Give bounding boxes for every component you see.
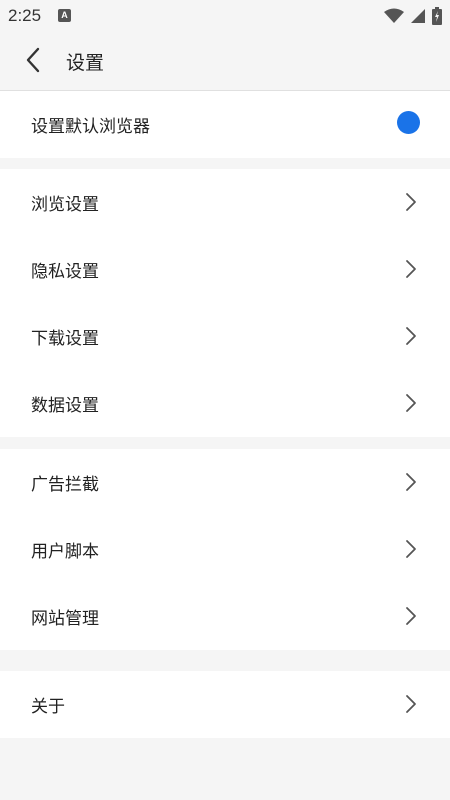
default-browser-row[interactable]: 设置默认浏览器 xyxy=(0,91,450,158)
status-icons xyxy=(384,6,442,26)
signal-icon xyxy=(411,9,425,23)
user-scripts-row[interactable]: 用户脚本 xyxy=(0,516,450,583)
row-label: 网站管理 xyxy=(31,609,99,629)
row-label: 隐私设置 xyxy=(31,262,99,282)
settings-group-2: 广告拦截 用户脚本 网站管理 xyxy=(0,449,450,650)
chevron-right-icon xyxy=(406,394,416,412)
row-label: 广告拦截 xyxy=(31,475,99,495)
default-browser-group: 设置默认浏览器 xyxy=(0,91,450,158)
chevron-right-icon xyxy=(406,695,416,713)
chevron-right-icon xyxy=(406,540,416,558)
default-browser-toggle[interactable] xyxy=(397,111,420,134)
status-time: 2:25 xyxy=(8,6,42,25)
chevron-right-icon xyxy=(406,607,416,625)
download-settings-row[interactable]: 下载设置 xyxy=(0,303,450,370)
row-label: 浏览设置 xyxy=(31,195,99,215)
data-settings-row[interactable]: 数据设置 xyxy=(0,370,450,437)
back-arrow-icon[interactable] xyxy=(20,46,48,74)
row-label: 关于 xyxy=(31,697,65,717)
battery-icon xyxy=(432,7,442,25)
page-title: 设置 xyxy=(66,52,105,74)
row-label: 数据设置 xyxy=(31,396,99,416)
status-bar: 2:25 A xyxy=(0,0,450,32)
ad-block-row[interactable]: 广告拦截 xyxy=(0,449,450,516)
row-label: 下载设置 xyxy=(31,329,99,349)
site-management-row[interactable]: 网站管理 xyxy=(0,583,450,650)
default-browser-label: 设置默认浏览器 xyxy=(31,117,150,137)
about-row[interactable]: 关于 xyxy=(0,671,450,738)
chevron-right-icon xyxy=(406,260,416,278)
app-header: 设置 xyxy=(0,32,450,91)
app-notification-icon: A xyxy=(58,9,71,22)
chevron-right-icon xyxy=(406,193,416,211)
chevron-right-icon xyxy=(406,327,416,345)
privacy-settings-row[interactable]: 隐私设置 xyxy=(0,236,450,303)
row-label: 用户脚本 xyxy=(31,542,99,562)
chevron-right-icon xyxy=(406,473,416,491)
wifi-icon xyxy=(384,8,404,23)
browse-settings-row[interactable]: 浏览设置 xyxy=(0,169,450,236)
settings-group-1: 浏览设置 隐私设置 下载设置 数据设置 xyxy=(0,169,450,437)
settings-group-3: 关于 xyxy=(0,671,450,738)
